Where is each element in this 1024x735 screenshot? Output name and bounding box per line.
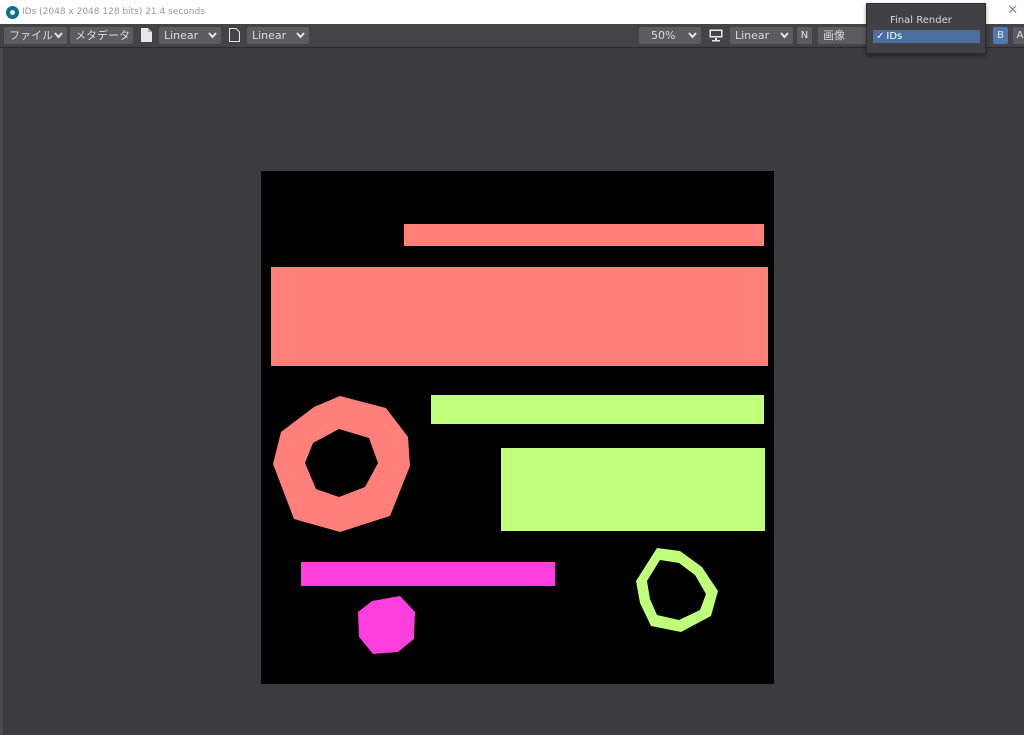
chevron-down-icon: [780, 32, 789, 39]
input-colorspace-label: Linear: [164, 29, 199, 42]
input-colorspace-dropdown[interactable]: Linear: [159, 27, 221, 44]
render-image[interactable]: [261, 171, 774, 684]
n-button[interactable]: N: [797, 27, 812, 44]
salmon-thin-bar: [404, 224, 764, 246]
metadata-button[interactable]: メタデータ: [70, 27, 133, 44]
layer-select-label: 画像: [823, 29, 845, 42]
output-colorspace-dropdown[interactable]: Linear: [247, 27, 309, 44]
app-icon: [6, 5, 19, 19]
file-menu-label: ファイル: [9, 29, 53, 42]
salmon-wide-bar: [271, 267, 768, 366]
lime-octagon-ring: [636, 548, 718, 632]
output-file-icon: [229, 28, 240, 42]
salmon-octagon-ring: [273, 396, 410, 532]
monitor-icon: [709, 29, 723, 42]
lime-thin-bar: [431, 395, 764, 424]
popup-item-ids[interactable]: ✓ IDs: [873, 30, 980, 43]
popup-item-ids-label: IDs: [886, 31, 903, 42]
magenta-bar: [301, 562, 555, 586]
display-colorspace-label: Linear: [735, 29, 770, 42]
close-icon[interactable]: ✕: [1007, 4, 1018, 18]
b-button[interactable]: B: [993, 27, 1008, 44]
display-colorspace-dropdown[interactable]: Linear: [730, 27, 793, 44]
input-file-icon: [141, 28, 152, 42]
a-button[interactable]: A: [1013, 27, 1024, 44]
check-icon: ✓: [876, 31, 885, 42]
zoom-dropdown[interactable]: 50%: [639, 27, 701, 44]
chevron-down-icon: [688, 32, 697, 39]
render-layer-popup: Final Render ✓ IDs: [866, 3, 986, 54]
output-colorspace-label: Linear: [252, 29, 287, 42]
layer-select-dropdown[interactable]: 画像: [818, 27, 873, 44]
metadata-label: メタデータ: [75, 29, 130, 42]
viewport-left-edge: [0, 48, 3, 735]
window-title: IDs (2048 x 2048 128 bits) 21.4 seconds: [22, 7, 205, 17]
chevron-down-icon: [296, 32, 305, 39]
zoom-label: 50%: [651, 29, 676, 42]
chevron-down-icon: [208, 32, 217, 39]
render-image-shapes: [271, 224, 768, 654]
chevron-down-icon: [54, 32, 63, 39]
popup-item-final-render[interactable]: Final Render: [873, 14, 980, 27]
file-menu-dropdown[interactable]: ファイル: [4, 27, 67, 44]
lime-wide-bar: [501, 448, 765, 531]
magenta-octagon: [358, 596, 415, 654]
